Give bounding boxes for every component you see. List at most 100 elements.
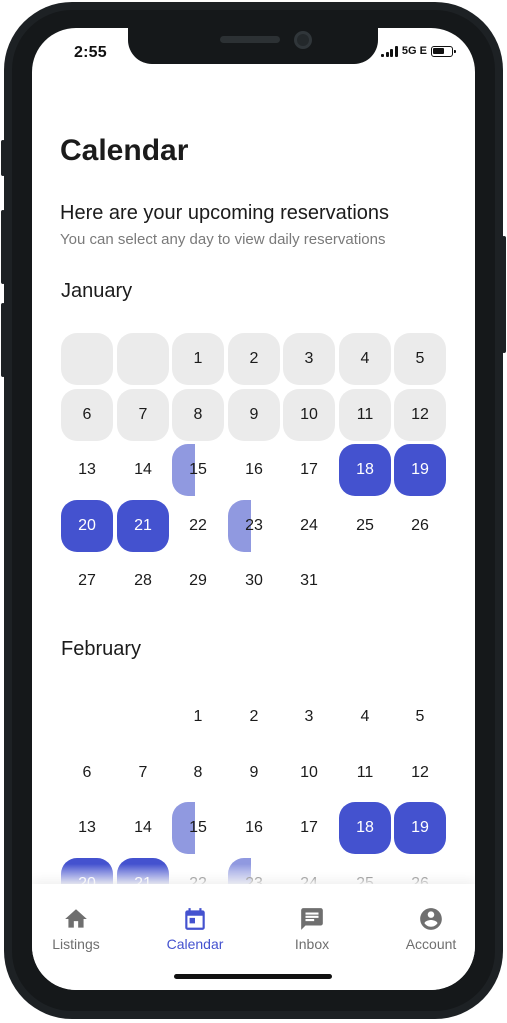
calendar-day[interactable]: 3 [283,333,335,385]
calendar-day[interactable]: 29 [172,555,224,607]
tab-calendar-label: Calendar [166,936,224,952]
tab-inbox[interactable]: Inbox [267,906,357,952]
calendar-day[interactable]: 6 [61,747,113,799]
calendar-day[interactable]: 11 [339,388,391,441]
calendar-day[interactable]: 15 [172,444,224,497]
calendar-day[interactable]: 30 [228,555,280,607]
day-number: 11 [356,405,374,423]
calendar-day[interactable]: 13 [61,802,113,854]
screen: Calendar Here are your upcoming reservat… [32,28,475,990]
day-number: 16 [245,461,263,479]
day-number: 2 [249,708,259,725]
calendar-day[interactable]: 19 [394,444,446,497]
day-number: 12 [411,405,429,423]
speaker [220,36,280,43]
calendar-day[interactable]: 17 [283,444,335,496]
calendar-day[interactable]: 3 [283,691,335,743]
message-icon [301,908,323,930]
day-number: 1 [193,708,203,725]
calendar-day[interactable]: 1 [172,333,224,385]
calendar-day[interactable]: 7 [117,388,169,441]
calendar-empty-day [117,691,169,743]
day-number: 15 [189,819,207,837]
calendar-day[interactable]: 5 [394,691,446,743]
home-indicator [174,974,332,979]
calendar-empty-day [117,333,169,385]
calendar-day[interactable]: 10 [283,747,335,799]
calendar-day[interactable]: 27 [61,555,113,607]
day-number: 19 [411,819,429,837]
calendar-day[interactable]: 14 [117,802,169,854]
calendar-scroll-area[interactable]: Calendar Here are your upcoming reservat… [32,28,475,990]
tab-account-label: Account [405,936,457,952]
calendar-day[interactable]: 11 [339,747,391,799]
status-icons: 5G E [381,45,456,57]
day-number: 21 [134,516,152,534]
day-number: 30 [245,572,263,590]
calendar-day[interactable]: 16 [228,444,280,496]
home-icon [65,909,87,928]
calendar-day[interactable]: 25 [339,500,391,552]
calendar-day[interactable]: 1 [172,691,224,743]
calendar-day[interactable]: 4 [339,691,391,743]
day-number: 8 [193,763,203,781]
calendar-day[interactable]: 8 [172,747,224,799]
calendar-day[interactable]: 26 [394,500,446,552]
day-number: 9 [249,405,259,423]
volume-down-button [1,303,5,377]
battery-icon [431,45,456,57]
calendar-day[interactable]: 16 [228,802,280,854]
calendar-day[interactable]: 12 [394,388,446,441]
calendar-day[interactable]: 9 [228,747,280,799]
day-number: 5 [415,350,425,367]
calendar-day[interactable]: 14 [117,444,169,496]
day-number: 22 [189,516,207,534]
reservations-helper-text: You can select any day to view daily res… [60,231,386,248]
page-title: Calendar [60,134,189,167]
volume-up-button [1,210,5,284]
day-number: 5 [415,708,425,725]
calendar-day[interactable]: 8 [172,388,224,441]
day-number: 3 [304,350,314,367]
calendar-day[interactable]: 2 [228,333,280,385]
calendar-day[interactable]: 7 [117,747,169,799]
calendar-day[interactable]: 12 [394,747,446,799]
day-number: 29 [189,572,207,590]
calendar-day[interactable]: 13 [61,444,113,496]
calendar-day[interactable]: 20 [61,499,113,552]
calendar-day[interactable]: 18 [339,802,391,855]
calendar-day[interactable]: 23 [228,499,280,552]
month-title-1: February [61,638,142,660]
tab-account[interactable]: Account [386,906,475,952]
calendar-day[interactable]: 9 [228,388,280,441]
calendar-day[interactable]: 2 [228,691,280,743]
calendar-day[interactable]: 24 [283,500,335,552]
day-number: 14 [134,461,152,479]
calendar-day[interactable]: 31 [283,555,335,607]
status-time: 2:55 [74,44,107,61]
calendar-day[interactable]: 6 [61,388,113,441]
calendar-day[interactable]: 15 [172,802,224,855]
month-title-0: January [61,280,133,302]
calendar-day[interactable]: 5 [394,333,446,385]
day-number: 15 [189,461,207,479]
day-number: 25 [356,516,374,534]
tab-calendar[interactable]: Calendar [150,906,240,952]
calendar-day[interactable]: 28 [117,555,169,607]
tab-listings[interactable]: Listings [32,906,121,952]
calendar-day[interactable]: 22 [172,500,224,552]
day-number: 23 [245,516,263,534]
calendar-day[interactable]: 10 [283,388,335,441]
tabbar-fade [32,864,475,884]
day-number: 2 [249,350,259,367]
day-number: 12 [411,763,429,781]
tab-inbox-label: Inbox [294,936,330,952]
calendar-day[interactable]: 21 [117,499,169,552]
calendar-day[interactable]: 17 [283,802,335,854]
calendar-day[interactable]: 18 [339,444,391,497]
power-button [502,236,506,353]
day-number: 7 [138,763,148,781]
calendar-day[interactable]: 19 [394,802,446,855]
day-number: 4 [360,350,370,367]
calendar-day[interactable]: 4 [339,333,391,385]
